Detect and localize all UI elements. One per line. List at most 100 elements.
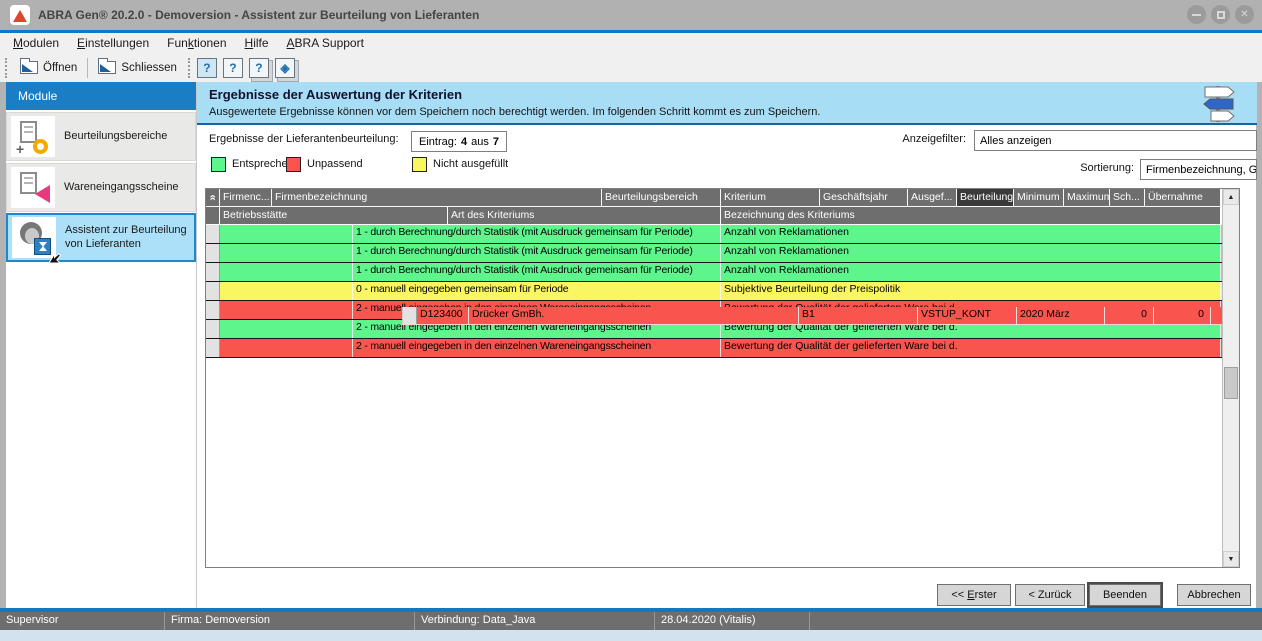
minimize-button[interactable] <box>1187 5 1206 24</box>
help-topics-button[interactable]: ? <box>249 58 269 78</box>
record-main-row[interactable]: D123400Drücker GmBh.B1VSTUP_KONT2020 Mär… <box>402 307 1222 325</box>
menu-item-modulen[interactable]: Modulen <box>4 34 68 52</box>
col-header-firmencode[interactable]: Firmenc... <box>220 189 272 207</box>
cell-betriebsstaette[interactable] <box>220 301 353 319</box>
toolbar-grip-2[interactable] <box>188 58 192 78</box>
first-button[interactable]: << Erster <box>937 584 1011 606</box>
col-header-firmenbezeichnung[interactable]: Firmenbezeichnung <box>272 189 602 207</box>
row-gutter[interactable] <box>206 225 220 243</box>
cell-bezeichnung[interactable]: Anzahl von Reklamationen <box>721 244 1221 262</box>
sidebar-item-beurteilungsbereiche[interactable]: + Beurteilungsbereiche <box>6 112 196 161</box>
menu-item-abra-support[interactable]: ABRA Support <box>278 34 373 52</box>
cell-kriterium[interactable]: VSTUP_KONT <box>918 307 1017 324</box>
open-button[interactable]: Öffnen <box>14 58 83 77</box>
cell-art[interactable]: 1 - durch Berechnung/durch Statistik (mi… <box>353 244 721 262</box>
cell-betriebsstaette[interactable] <box>220 263 353 281</box>
menu-item-einstellungen[interactable]: Einstellungen <box>68 34 158 52</box>
back-button[interactable]: < Zurück <box>1015 584 1085 606</box>
cell-art[interactable]: 1 - durch Berechnung/durch Statistik (mi… <box>353 225 721 243</box>
record-sub-row[interactable]: 1 - durch Berechnung/durch Statistik (mi… <box>206 244 1222 262</box>
cell-bezeichnung[interactable]: Bewertung der Qualität der gelieferten W… <box>721 339 1221 357</box>
scroll-down-button[interactable]: ▼ <box>1223 551 1239 567</box>
vertical-scrollbar[interactable]: ▲ ▼ <box>1222 189 1239 567</box>
toolbar-separator <box>87 58 88 78</box>
scroll-up-button[interactable]: ▲ <box>1223 189 1239 205</box>
collapse-icon: « <box>207 194 218 200</box>
cell-betriebsstaette[interactable] <box>220 320 353 338</box>
results-table: « Firmenc... Firmenbezeichnung Beurteilu… <box>205 188 1240 568</box>
close-module-button[interactable]: Schliessen <box>92 58 183 77</box>
col-header-minimum[interactable]: Minimum <box>1014 189 1064 207</box>
row-gutter[interactable] <box>206 339 220 357</box>
status-user: Supervisor <box>0 612 165 630</box>
record-sub-row[interactable]: 2 - manuell eingegeben in den einzelnen … <box>206 339 1222 357</box>
status-company: Firma: Demoversion <box>165 612 415 630</box>
col-header-maximum[interactable]: Maximum <box>1064 189 1110 207</box>
cell-betriebsstaette[interactable] <box>220 225 353 243</box>
record-sub-row[interactable]: 1 - durch Berechnung/durch Statistik (mi… <box>206 263 1222 281</box>
col-header-geschaeftsjahr[interactable]: Geschäftsjahr <box>820 189 908 207</box>
close-button[interactable]: ✕ <box>1235 5 1254 24</box>
legend-yellow-label: Nicht ausgefüllt <box>433 158 508 170</box>
record-sub-row[interactable]: 0 - manuell eingegeben gemeinsam für Per… <box>206 282 1222 300</box>
cell-name[interactable]: Drücker GmBh. <box>469 307 799 324</box>
cell-minimum[interactable]: 0 <box>1211 307 1222 324</box>
row-gutter[interactable] <box>206 282 220 300</box>
table-record: D123400Drücker GmBh.B1SUB_POS_CE2020 I. … <box>206 282 1222 301</box>
table-record: D123400Drücker GmBh.B1POC_REK2020 Februa… <box>206 244 1222 263</box>
col-header-ausgefuellt[interactable]: Ausgef... <box>908 189 957 207</box>
row-gutter[interactable] <box>206 263 220 281</box>
context-help-button[interactable]: ? <box>223 58 243 78</box>
sidebar-item-assistent[interactable]: Assistent zur Beurteilung von Lieferante… <box>6 213 196 262</box>
cell-betriebsstaette[interactable] <box>220 339 353 357</box>
row-gutter[interactable] <box>206 244 220 262</box>
table-record: D123400Drücker GmBh.B1VSTUP_KONT2020 Mär… <box>206 339 1222 358</box>
cell-betriebsstaette[interactable] <box>220 282 353 300</box>
col-header-beurteilungsbereich[interactable]: Beurteilungsbereich <box>602 189 721 207</box>
sort-select[interactable]: Firmenbezeichnung, Ge <box>1140 159 1257 180</box>
cell-art[interactable]: 1 - durch Berechnung/durch Statistik (mi… <box>353 263 721 281</box>
cell-art[interactable]: 0 - manuell eingegeben gemeinsam für Per… <box>353 282 721 300</box>
finish-button[interactable]: Beenden <box>1089 584 1161 606</box>
about-button[interactable]: ◈ <box>275 58 295 78</box>
help-button[interactable]: ? <box>197 58 217 78</box>
menu-item-hilfe[interactable]: Hilfe <box>236 34 278 52</box>
cell-jahr[interactable]: 2020 März <box>1017 307 1105 324</box>
goods-receipt-icon <box>11 167 55 208</box>
table-record: D123400Drücker GmBh.B1POC_REK2020 März10… <box>206 263 1222 282</box>
col-header-uebernahme[interactable]: Übernahme <box>1145 189 1221 207</box>
cancel-button[interactable]: Abbrechen <box>1177 584 1251 606</box>
cell-bezeichnung[interactable]: Subjektive Beurteilung der Preispolitik <box>721 282 1221 300</box>
record-sub-row[interactable]: 1 - durch Berechnung/durch Statistik (mi… <box>206 225 1222 243</box>
cell-bezeichnung[interactable]: Anzahl von Reklamationen <box>721 263 1221 281</box>
col-header-bezeichnung[interactable]: Bezeichnung des Kriteriums <box>721 207 1221 225</box>
title-bar: ABRA Gen® 20.2.0 - Demoversion - Assiste… <box>0 0 1262 30</box>
col-header-kriterium[interactable]: Kriterium <box>721 189 820 207</box>
entry-current: 4 <box>461 136 467 148</box>
row-gutter[interactable] <box>206 301 220 319</box>
cell-bereich[interactable]: B1 <box>799 307 918 324</box>
legend-red-swatch <box>286 157 301 172</box>
menu-item-funktionen[interactable]: Funktionen <box>158 34 235 52</box>
row-gutter[interactable] <box>403 307 417 324</box>
sidebar-item-wareneingangsscheine[interactable]: Wareneingangsscheine <box>6 163 196 212</box>
cell-beurteilung[interactable]: 0 <box>1154 307 1211 324</box>
close-icon: ✕ <box>1240 9 1248 20</box>
col-header-beurteilung[interactable]: Beurteilung <box>957 189 1014 207</box>
toolbar-grip[interactable] <box>5 58 9 78</box>
filter-label: Anzeigefilter: <box>871 133 966 145</box>
collapse-all-button[interactable]: « <box>206 189 220 207</box>
cell-ausgef[interactable]: 0 <box>1105 307 1154 324</box>
display-filter-select[interactable]: Alles anzeigen <box>974 130 1257 151</box>
header-row-sub: Betriebsstätte Art des Kriteriums Bezeic… <box>206 207 1239 225</box>
cell-code[interactable]: D123400 <box>417 307 469 324</box>
col-header-art[interactable]: Art des Kriteriums <box>448 207 721 225</box>
scrollbar-thumb[interactable] <box>1224 367 1238 399</box>
col-header-betriebsstaette[interactable]: Betriebsstätte <box>220 207 448 225</box>
cell-art[interactable]: 2 - manuell eingegeben in den einzelnen … <box>353 339 721 357</box>
cell-betriebsstaette[interactable] <box>220 244 353 262</box>
cell-bezeichnung[interactable]: Anzahl von Reklamationen <box>721 225 1221 243</box>
col-header-schwelle[interactable]: Sch... <box>1110 189 1145 207</box>
maximize-button[interactable] <box>1211 5 1230 24</box>
row-gutter[interactable] <box>206 320 220 338</box>
